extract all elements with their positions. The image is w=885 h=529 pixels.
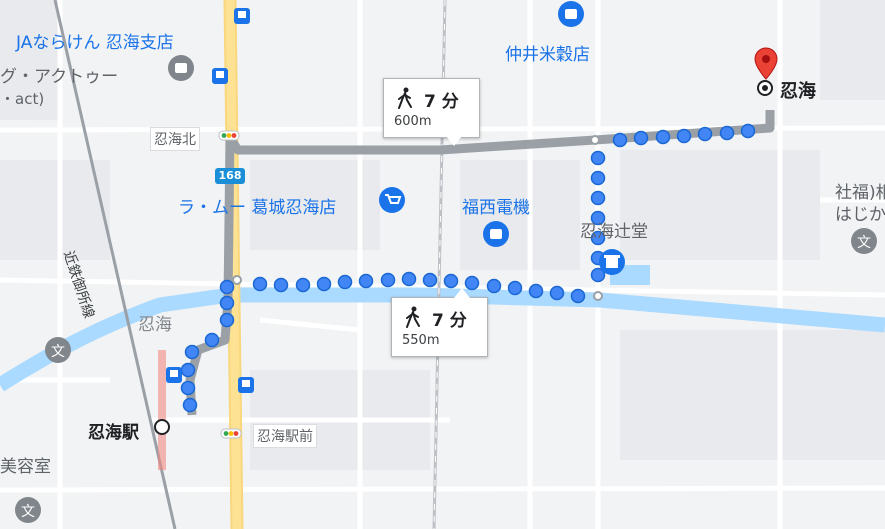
route-dot bbox=[507, 280, 523, 296]
route-dot bbox=[676, 128, 692, 144]
svg-text:文: 文 bbox=[857, 235, 871, 251]
place-label-station-mae: 忍海駅前 bbox=[253, 424, 317, 448]
route-dot bbox=[219, 279, 235, 295]
route-dot bbox=[184, 344, 200, 360]
route-dot bbox=[204, 332, 220, 348]
walking-person-icon bbox=[398, 87, 412, 109]
place-label-ramu[interactable]: ラ・ムー 葛城忍海店 bbox=[178, 193, 336, 218]
place-label-beauty[interactable]: 美容室 bbox=[0, 452, 51, 477]
destination-dot bbox=[757, 80, 773, 96]
route-box-tail bbox=[454, 288, 470, 298]
route-dot bbox=[590, 150, 606, 166]
route-dot bbox=[401, 271, 417, 287]
svg-text:文: 文 bbox=[51, 344, 65, 360]
route-dot bbox=[182, 397, 198, 413]
bus-stop-icon[interactable] bbox=[234, 8, 250, 24]
traffic-light-icon bbox=[218, 130, 240, 141]
place-label-oshimi-kita: 忍海北 bbox=[150, 127, 200, 151]
route-box-tail bbox=[446, 136, 462, 146]
route-dot bbox=[180, 362, 196, 378]
bus-stop-icon[interactable] bbox=[238, 377, 254, 393]
shopping-bag-icon[interactable] bbox=[558, 1, 584, 27]
station-dot bbox=[154, 419, 170, 435]
route-dot bbox=[655, 129, 671, 145]
route-dot bbox=[443, 273, 459, 289]
place-label-shafuku-2: はじか bbox=[835, 205, 885, 225]
route-dot bbox=[180, 380, 196, 396]
building-block bbox=[820, 0, 885, 100]
route-dot bbox=[219, 295, 235, 311]
temple-icon[interactable] bbox=[599, 249, 625, 275]
route-dot bbox=[252, 276, 268, 292]
shopping-bag-icon[interactable] bbox=[483, 221, 509, 247]
place-label-ja[interactable]: JAならけん 忍海支店 bbox=[16, 28, 174, 53]
route-distance-upper: 600m bbox=[394, 114, 432, 129]
route-dot bbox=[740, 123, 756, 139]
route-time-lower: 7 分 bbox=[432, 311, 467, 331]
route-dot bbox=[612, 132, 628, 148]
svg-text:文: 文 bbox=[21, 504, 35, 520]
route-dot bbox=[590, 190, 606, 206]
route-time-upper: 7 分 bbox=[424, 92, 459, 112]
route-dot bbox=[358, 273, 374, 289]
route-dot bbox=[697, 126, 713, 142]
route-dot bbox=[486, 278, 502, 294]
route-info-lower[interactable]: 7 分 550m bbox=[391, 288, 488, 357]
route-dot bbox=[528, 283, 544, 299]
route-dot bbox=[549, 285, 565, 301]
route-dot bbox=[380, 272, 396, 288]
route-dot bbox=[295, 277, 311, 293]
station-platform bbox=[158, 350, 166, 470]
route-dot bbox=[273, 277, 289, 293]
route-dot bbox=[570, 288, 586, 304]
route-dot bbox=[422, 272, 438, 288]
route-dot bbox=[219, 312, 235, 328]
place-label-destination[interactable]: 忍海 bbox=[780, 77, 816, 103]
route-dot bbox=[633, 130, 649, 146]
place-label-area-oshimi: 忍海 bbox=[138, 315, 172, 335]
place-label-nakai[interactable]: 仲井米穀店 bbox=[505, 40, 590, 65]
place-label-oshimi-tsuji[interactable]: 忍海辻堂 bbox=[580, 217, 648, 242]
place-label-act-1[interactable]: グ・アクトゥー bbox=[0, 62, 118, 87]
place-label-act-2: ・act) bbox=[0, 90, 45, 108]
route-dot bbox=[590, 170, 606, 186]
school-icon[interactable]: 文 bbox=[15, 497, 41, 523]
station-label[interactable]: 忍海駅 bbox=[88, 418, 139, 443]
route-dot bbox=[316, 276, 332, 292]
bus-stop-icon[interactable] bbox=[166, 367, 182, 383]
walking-person-icon bbox=[406, 306, 420, 328]
school-icon[interactable]: 文 bbox=[851, 228, 877, 254]
place-label-fukunishi[interactable]: 福西電機 bbox=[462, 193, 530, 218]
shopping-cart-icon[interactable] bbox=[379, 187, 405, 213]
route-info-upper[interactable]: 7 分 600m bbox=[383, 78, 480, 146]
route-dot bbox=[719, 125, 735, 141]
building-block bbox=[620, 150, 820, 260]
traffic-light-icon bbox=[220, 428, 242, 439]
route-distance-lower: 550m bbox=[402, 333, 440, 348]
bus-stop-icon[interactable] bbox=[212, 68, 228, 84]
building-block bbox=[620, 330, 885, 460]
school-icon[interactable]: 文 bbox=[45, 337, 71, 363]
highway-shield: 168 bbox=[215, 168, 245, 184]
route-dot bbox=[337, 274, 353, 290]
